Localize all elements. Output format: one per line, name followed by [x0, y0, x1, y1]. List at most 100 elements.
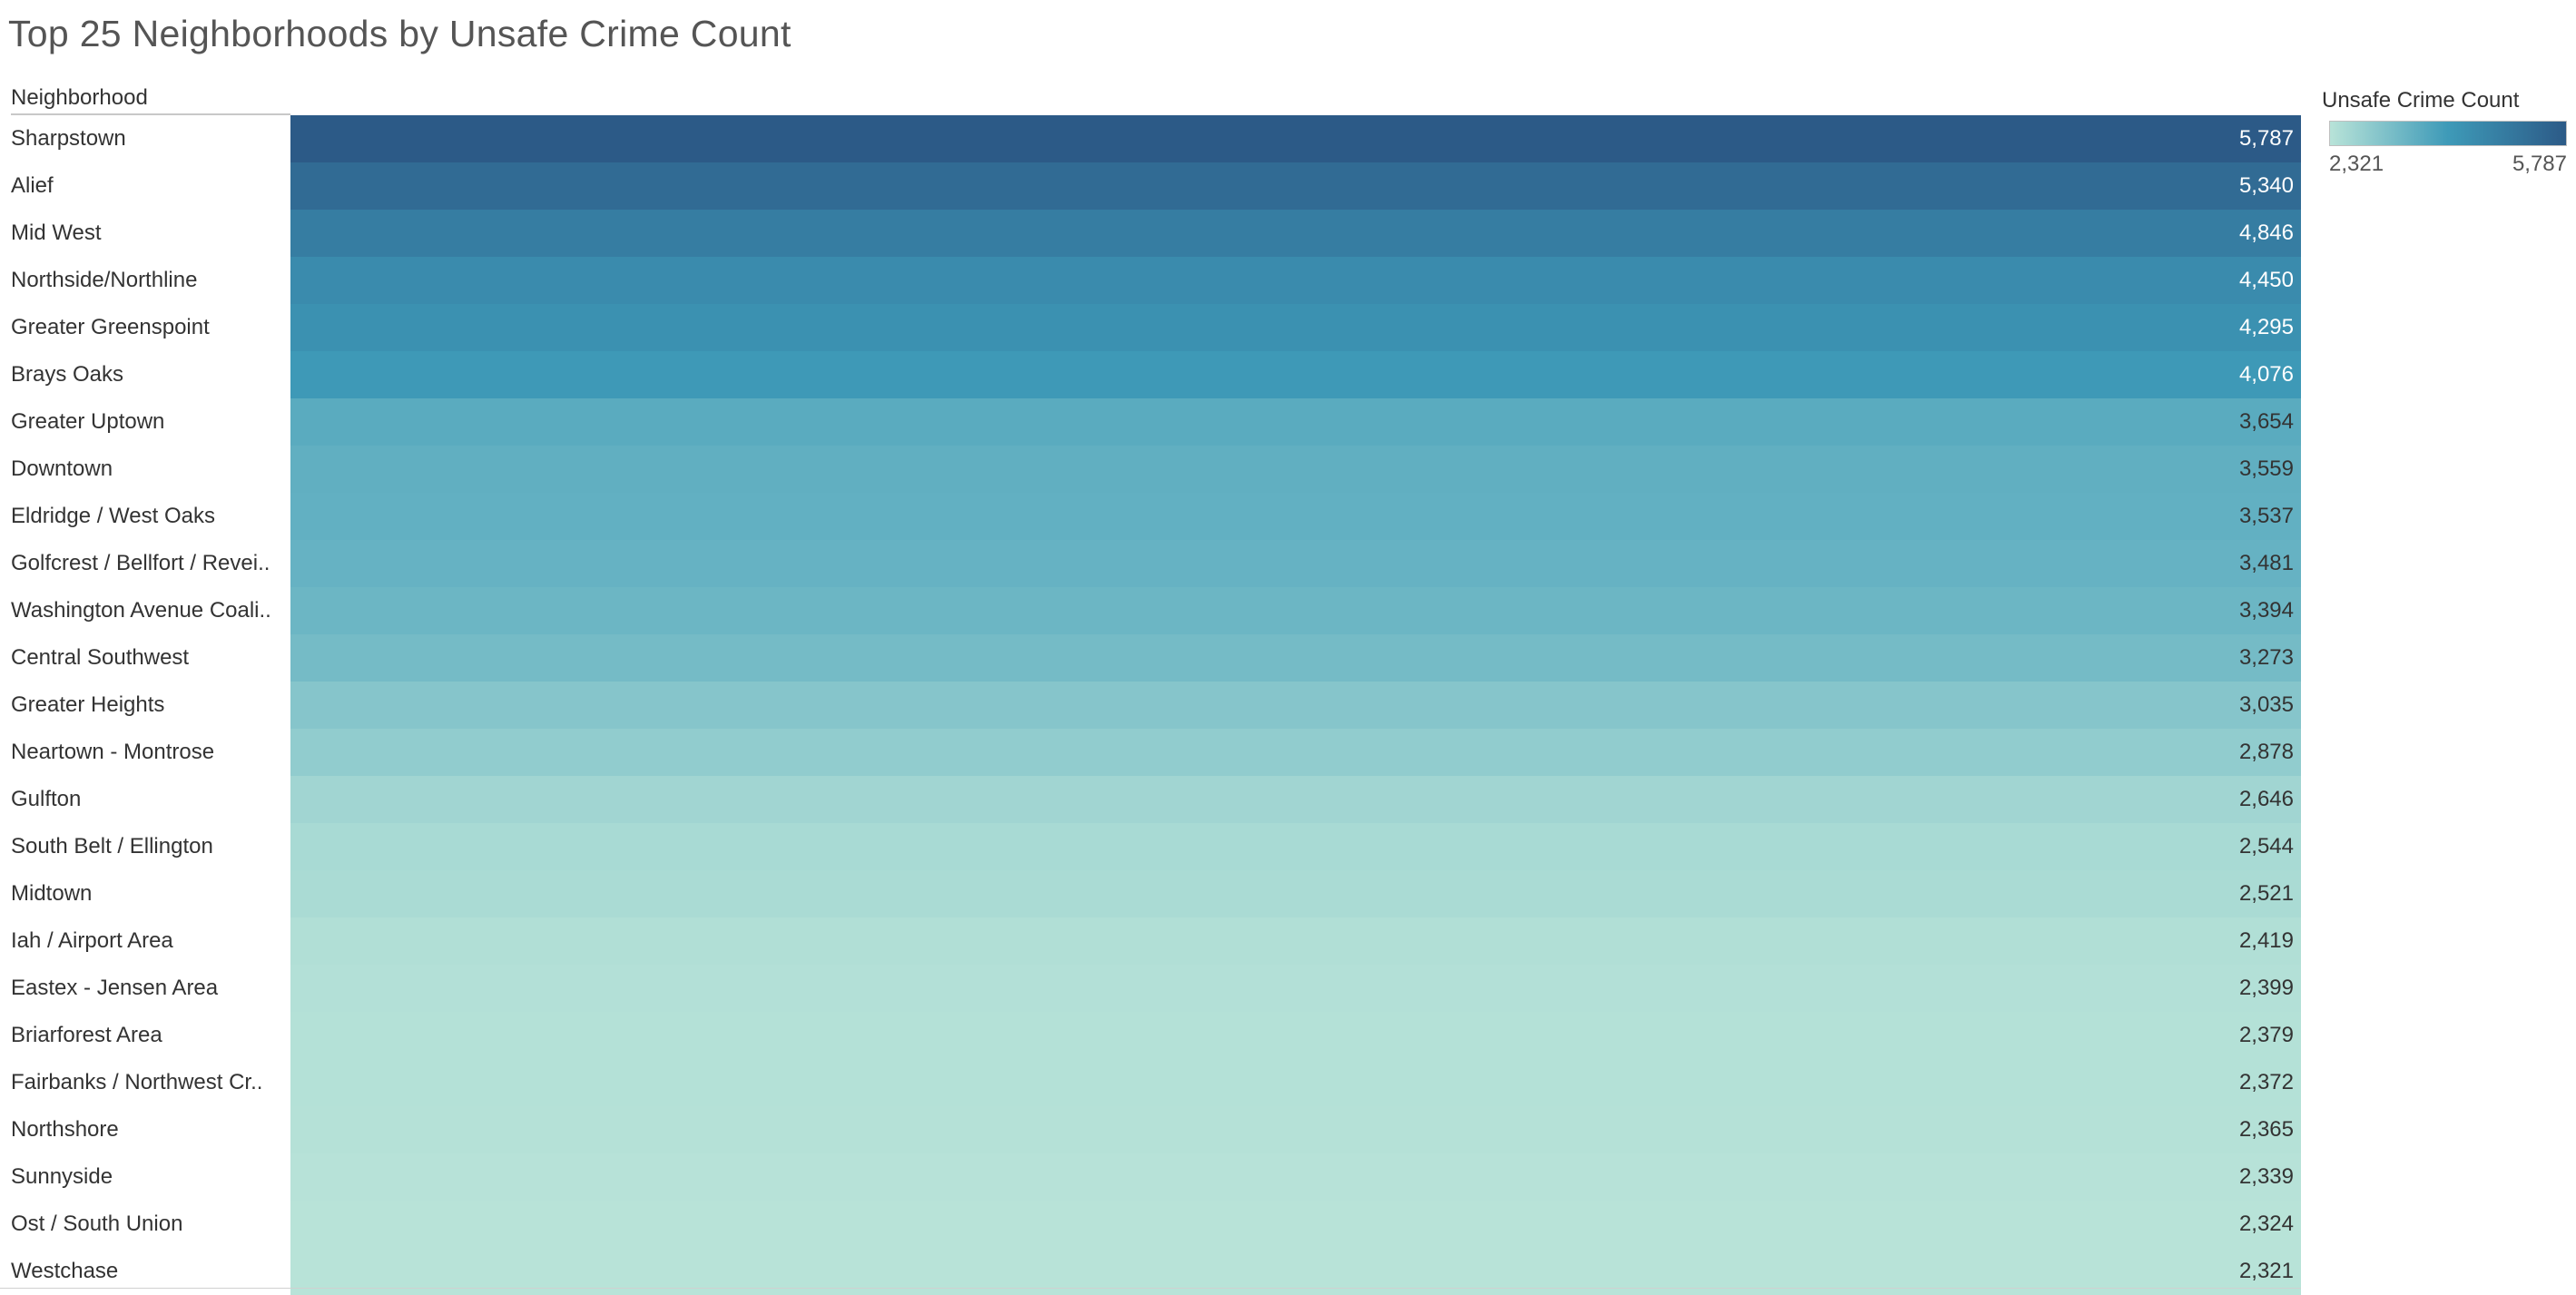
neighborhood-label[interactable]: South Belt / Ellington	[11, 823, 289, 870]
heat-cell[interactable]: 2,372	[290, 1059, 2301, 1106]
table-row[interactable]: Neartown - Montrose 2,878	[0, 729, 2301, 776]
highlight-table: Sharpstown 5,787 Alief 5,340 Mid West 4,846 No…	[0, 115, 2301, 1295]
crime-count-value: 2,365	[2238, 1117, 2294, 1142]
heat-cell[interactable]: 2,521	[290, 870, 2301, 917]
table-row[interactable]: Central Southwest 3,273	[0, 634, 2301, 682]
neighborhood-label[interactable]: Northside/Northline	[11, 257, 289, 304]
heat-cell[interactable]: 2,419	[290, 917, 2301, 965]
crime-count-value: 3,273	[2238, 645, 2294, 670]
table-row[interactable]: Sunnyside 2,339	[0, 1153, 2301, 1201]
neighborhood-label[interactable]: Ost / South Union	[11, 1201, 289, 1248]
crime-count-value: 3,559	[2238, 456, 2294, 481]
crime-count-value: 2,339	[2238, 1164, 2294, 1189]
heat-cell[interactable]: 3,481	[290, 540, 2301, 587]
crime-count-value: 3,537	[2238, 504, 2294, 528]
neighborhood-label[interactable]: Brays Oaks	[11, 351, 289, 398]
neighborhood-label[interactable]: Eastex - Jensen Area	[11, 965, 289, 1012]
table-row[interactable]: Gulfton 2,646	[0, 776, 2301, 823]
table-row[interactable]: Golfcrest / Bellfort / Revei.. 3,481	[0, 540, 2301, 587]
heat-cell[interactable]: 4,450	[290, 257, 2301, 304]
heat-cell[interactable]: 3,559	[290, 446, 2301, 493]
neighborhood-label[interactable]: Fairbanks / Northwest Cr..	[11, 1059, 289, 1106]
table-row[interactable]: Downtown 3,559	[0, 446, 2301, 493]
crime-count-value: 2,372	[2238, 1070, 2294, 1094]
heat-cell[interactable]: 5,787	[290, 115, 2301, 162]
neighborhood-label[interactable]: Sharpstown	[11, 115, 289, 162]
crime-count-value: 4,076	[2238, 362, 2294, 387]
crime-count-value: 2,379	[2238, 1023, 2294, 1047]
table-row[interactable]: Fairbanks / Northwest Cr.. 2,372	[0, 1059, 2301, 1106]
table-row[interactable]: South Belt / Ellington 2,544	[0, 823, 2301, 870]
heat-cell[interactable]: 3,537	[290, 493, 2301, 540]
table-row[interactable]: Washington Avenue Coali.. 3,394	[0, 587, 2301, 634]
table-row[interactable]: Ost / South Union 2,324	[0, 1201, 2301, 1248]
heat-cell[interactable]: 4,295	[290, 304, 2301, 351]
heat-cell[interactable]: 2,379	[290, 1012, 2301, 1059]
table-row[interactable]: Northshore 2,365	[0, 1106, 2301, 1153]
neighborhood-label[interactable]: Golfcrest / Bellfort / Revei..	[11, 540, 289, 587]
legend-min-label: 2,321	[2329, 152, 2384, 176]
crime-count-value: 2,878	[2238, 740, 2294, 764]
crime-count-value: 4,846	[2238, 221, 2294, 245]
neighborhood-label[interactable]: Neartown - Montrose	[11, 729, 289, 776]
table-row[interactable]: Greater Greenspoint 4,295	[0, 304, 2301, 351]
heat-cell[interactable]: 3,394	[290, 587, 2301, 634]
table-row[interactable]: Midtown 2,521	[0, 870, 2301, 917]
crime-count-value: 3,035	[2238, 692, 2294, 717]
heat-cell[interactable]: 4,076	[290, 351, 2301, 398]
table-row[interactable]: Greater Heights 3,035	[0, 682, 2301, 729]
table-row[interactable]: Mid West 4,846	[0, 210, 2301, 257]
table-row[interactable]: Eldridge / West Oaks 3,537	[0, 493, 2301, 540]
neighborhood-label[interactable]: Washington Avenue Coali..	[11, 587, 289, 634]
heat-cell[interactable]: 2,646	[290, 776, 2301, 823]
color-legend[interactable]: Unsafe Crime Count 2,321 5,787	[2322, 88, 2569, 177]
neighborhood-label[interactable]: Mid West	[11, 210, 289, 257]
legend-labels: 2,321 5,787	[2329, 146, 2567, 177]
row-header-neighborhood[interactable]: Neighborhood	[11, 85, 148, 111]
legend-color-ramp[interactable]	[2329, 121, 2567, 146]
neighborhood-label[interactable]: Greater Uptown	[11, 398, 289, 446]
crime-count-value: 2,544	[2238, 834, 2294, 858]
crime-count-value: 3,394	[2238, 598, 2294, 623]
crime-count-value: 3,481	[2238, 551, 2294, 575]
table-row[interactable]: Northside/Northline 4,450	[0, 257, 2301, 304]
neighborhood-label[interactable]: Alief	[11, 162, 289, 210]
heat-cell[interactable]: 3,035	[290, 682, 2301, 729]
crime-count-value: 5,340	[2238, 173, 2294, 198]
heat-cell[interactable]: 2,544	[290, 823, 2301, 870]
neighborhood-label[interactable]: Downtown	[11, 446, 289, 493]
heat-cell[interactable]: 3,273	[290, 634, 2301, 682]
neighborhood-label[interactable]: Midtown	[11, 870, 289, 917]
neighborhood-label[interactable]: Eldridge / West Oaks	[11, 493, 289, 540]
legend-title: Unsafe Crime Count	[2322, 88, 2520, 113]
heat-cell[interactable]: 3,654	[290, 398, 2301, 446]
crime-count-value: 2,521	[2238, 881, 2294, 906]
neighborhood-label[interactable]: Greater Greenspoint	[11, 304, 289, 351]
crime-count-value: 4,450	[2238, 268, 2294, 292]
neighborhood-label[interactable]: Greater Heights	[11, 682, 289, 729]
table-row[interactable]: Brays Oaks 4,076	[0, 351, 2301, 398]
heat-cell[interactable]: 5,340	[290, 162, 2301, 210]
table-row[interactable]: Eastex - Jensen Area 2,399	[0, 965, 2301, 1012]
neighborhood-label[interactable]: Briarforest Area	[11, 1012, 289, 1059]
table-row[interactable]: Iah / Airport Area 2,419	[0, 917, 2301, 965]
table-row[interactable]: Alief 5,340	[0, 162, 2301, 210]
heat-cell[interactable]: 2,399	[290, 965, 2301, 1012]
heat-cell[interactable]: 2,339	[290, 1153, 2301, 1201]
table-row[interactable]: Greater Uptown 3,654	[0, 398, 2301, 446]
crime-count-value: 2,324	[2238, 1212, 2294, 1236]
heat-cell[interactable]: 2,365	[290, 1106, 2301, 1153]
neighborhood-label[interactable]: Northshore	[11, 1106, 289, 1153]
heat-cell[interactable]: 4,846	[290, 210, 2301, 257]
crime-count-value: 2,399	[2238, 976, 2294, 1000]
neighborhood-label[interactable]: Gulfton	[11, 776, 289, 823]
neighborhood-label[interactable]: Central Southwest	[11, 634, 289, 682]
crime-count-value: 5,787	[2238, 126, 2294, 151]
crime-count-value: 2,419	[2238, 928, 2294, 953]
heat-cell[interactable]: 2,878	[290, 729, 2301, 776]
heat-cell[interactable]: 2,324	[290, 1201, 2301, 1248]
neighborhood-label[interactable]: Iah / Airport Area	[11, 917, 289, 965]
neighborhood-label[interactable]: Sunnyside	[11, 1153, 289, 1201]
table-row[interactable]: Sharpstown 5,787	[0, 115, 2301, 162]
table-row[interactable]: Briarforest Area 2,379	[0, 1012, 2301, 1059]
